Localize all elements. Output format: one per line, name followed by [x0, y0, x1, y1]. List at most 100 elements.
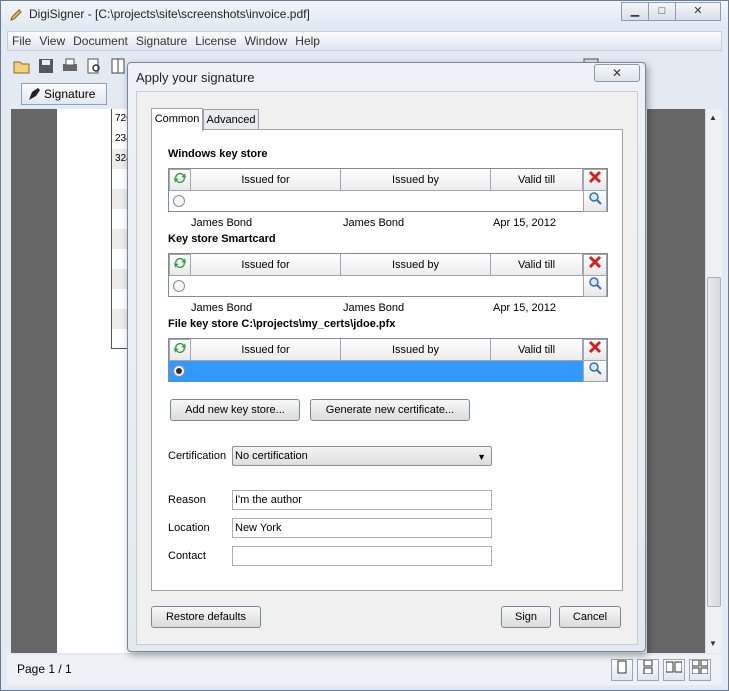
- generate-certificate-button[interactable]: Generate new certificate...: [310, 399, 470, 421]
- table-row[interactable]: James Bond James Bond Apr 15, 2012: [169, 276, 583, 314]
- delete-x-icon: [588, 340, 602, 354]
- delete-x-icon: [588, 170, 602, 184]
- scroll-down-icon[interactable]: ▼: [709, 639, 717, 648]
- location-label: Location: [168, 522, 210, 534]
- cell-valid-till: Apr 15, 2012: [493, 302, 556, 314]
- book-icon[interactable]: [109, 57, 127, 75]
- zoom-page-icon[interactable]: [85, 57, 103, 75]
- add-key-store-button[interactable]: Add new key store...: [170, 399, 300, 421]
- column-valid-till[interactable]: Valid till: [491, 169, 583, 191]
- single-page-icon: [617, 660, 627, 674]
- certification-value: No certification: [235, 450, 308, 462]
- facing-pages-icon: [665, 661, 683, 673]
- continuous-page-icon: [643, 659, 653, 675]
- scrollbar-thumb[interactable]: [707, 277, 721, 607]
- cell-valid-till: Apr 15, 2012: [493, 217, 556, 229]
- tab-common[interactable]: Common: [151, 108, 203, 131]
- cell-issued-for: James Bond: [191, 302, 253, 314]
- column-issued-for[interactable]: Issued for: [191, 339, 341, 361]
- smartcard-key-store-title: Key store Smartcard: [168, 233, 276, 245]
- cell-issued-by: James Bond: [343, 302, 405, 314]
- menu-file[interactable]: File: [8, 32, 35, 50]
- tab-advanced[interactable]: Advanced: [203, 109, 259, 130]
- certificate-radio[interactable]: [173, 365, 185, 377]
- common-panel: Windows key store Issued for Issued by V…: [151, 129, 623, 591]
- certificate-radio[interactable]: [173, 195, 185, 207]
- smartcard-key-store-table: Issued for Issued by Valid till James Bo…: [168, 253, 608, 314]
- maximize-button[interactable]: □: [648, 2, 676, 21]
- vertical-scrollbar[interactable]: ▲ ▼: [705, 109, 722, 653]
- magnifier-icon: [589, 277, 602, 290]
- continuous-facing-view-button[interactable]: [689, 659, 711, 681]
- chevron-down-icon: ▼: [477, 452, 486, 462]
- column-issued-for[interactable]: Issued for: [191, 254, 341, 276]
- delete-button[interactable]: [583, 339, 607, 361]
- continuous-view-button[interactable]: [637, 659, 659, 681]
- windows-key-store-table: Issued for Issued by Valid till James Bo…: [168, 168, 608, 229]
- menu-document[interactable]: Document: [69, 32, 132, 50]
- column-issued-by[interactable]: Issued by: [341, 254, 491, 276]
- refresh-button[interactable]: [169, 254, 191, 276]
- fountain-pen-icon: [29, 88, 40, 100]
- windows-key-store-title: Windows key store: [168, 148, 268, 160]
- refresh-icon: [174, 343, 186, 353]
- table-row-selected[interactable]: John Doe John Doe Nov 19, 2012: [169, 361, 583, 399]
- reason-label: Reason: [168, 494, 206, 506]
- delete-button[interactable]: [583, 169, 607, 191]
- menu-bar: File View Document Signature License Window He…: [7, 31, 722, 51]
- cancel-button[interactable]: Cancel: [559, 606, 621, 628]
- file-key-store-title: File key store C:\projects\my_certs\jdoe…: [168, 318, 396, 330]
- refresh-button[interactable]: [169, 339, 191, 361]
- signature-button[interactable]: Signature: [21, 83, 107, 105]
- refresh-button[interactable]: [169, 169, 191, 191]
- continuous-facing-icon: [691, 659, 709, 675]
- menu-signature[interactable]: Signature: [132, 32, 191, 50]
- menu-view[interactable]: View: [35, 32, 69, 50]
- column-issued-by[interactable]: Issued by: [341, 339, 491, 361]
- cell-issued-by: James Bond: [343, 217, 405, 229]
- menu-window[interactable]: Window: [241, 32, 292, 50]
- scroll-up-icon[interactable]: ▲: [709, 113, 717, 122]
- delete-x-icon: [588, 255, 602, 269]
- print-icon[interactable]: [61, 57, 79, 75]
- refresh-icon: [174, 258, 186, 268]
- magnifier-icon: [589, 192, 602, 205]
- menu-help[interactable]: Help: [291, 32, 324, 50]
- restore-defaults-button[interactable]: Restore defaults: [151, 606, 261, 628]
- cell-issued-for: James Bond: [191, 217, 253, 229]
- open-folder-icon[interactable]: [13, 57, 31, 75]
- signature-button-label: Signature: [44, 87, 96, 101]
- single-page-view-button[interactable]: [611, 659, 633, 681]
- cell-valid-till: Nov 19, 2012: [493, 387, 559, 399]
- save-icon[interactable]: [37, 57, 55, 75]
- window-title: DigiSigner - [C:\projects\site\screensho…: [29, 7, 310, 21]
- column-issued-by[interactable]: Issued by: [341, 169, 491, 191]
- title-bar[interactable]: DigiSigner - [C:\projects\site\screensho…: [1, 1, 728, 29]
- dialog-title: Apply your signature: [136, 70, 255, 85]
- view-certificate-button[interactable]: [583, 276, 607, 297]
- column-valid-till[interactable]: Valid till: [491, 254, 583, 276]
- column-issued-for[interactable]: Issued for: [191, 169, 341, 191]
- status-bar: Page 1 / 1: [7, 655, 722, 685]
- page-indicator: Page 1 / 1: [17, 662, 72, 676]
- table-row[interactable]: James Bond James Bond Apr 15, 2012: [169, 191, 583, 229]
- sign-button[interactable]: Sign: [501, 606, 551, 628]
- certificate-radio[interactable]: [173, 280, 185, 292]
- file-key-store-table: Issued for Issued by Valid till John Doe…: [168, 338, 608, 399]
- close-window-button[interactable]: ✕: [675, 2, 721, 21]
- view-certificate-button[interactable]: [583, 191, 607, 212]
- contact-input[interactable]: [232, 546, 492, 566]
- pen-icon: [10, 9, 22, 21]
- minimize-button[interactable]: ▁: [621, 2, 649, 21]
- magnifier-icon: [589, 362, 602, 375]
- view-certificate-button[interactable]: [583, 361, 607, 382]
- certification-label: Certification: [168, 450, 227, 462]
- menu-license[interactable]: License: [191, 32, 240, 50]
- certification-select[interactable]: No certification ▼: [232, 446, 492, 466]
- reason-input[interactable]: I'm the author: [232, 490, 492, 510]
- location-input[interactable]: New York: [232, 518, 492, 538]
- dialog-close-button[interactable]: ✕: [594, 64, 640, 82]
- delete-button[interactable]: [583, 254, 607, 276]
- facing-view-button[interactable]: [663, 659, 685, 681]
- column-valid-till[interactable]: Valid till: [491, 339, 583, 361]
